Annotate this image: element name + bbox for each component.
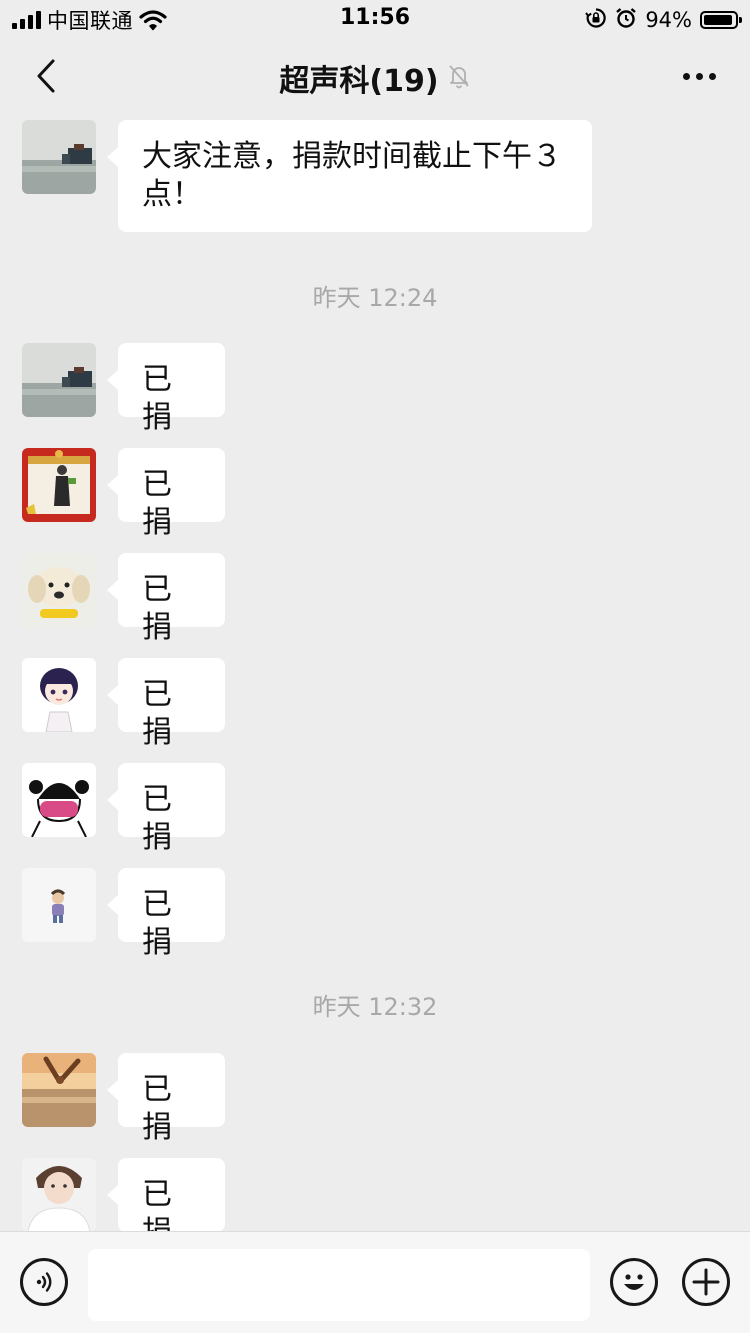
avatar[interactable] xyxy=(22,763,96,837)
avatar-man-red-frame-image xyxy=(22,448,96,522)
chat-title: 超声科(19) xyxy=(279,64,439,99)
chat-screen: 中国联通 11:56 94% 超声科(19) 大家注意，捐款时间截止下午３点！ … xyxy=(0,0,750,1333)
voice-icon xyxy=(36,1272,52,1292)
avatar[interactable] xyxy=(22,553,96,627)
plus-icon xyxy=(692,1268,720,1296)
message-bubble[interactable]: 已捐 xyxy=(107,448,225,540)
more-icon xyxy=(682,72,690,80)
message-bubble[interactable]: 已捐 xyxy=(107,1053,225,1145)
message-text: 已捐 xyxy=(142,782,172,855)
message-row: 已捐 xyxy=(22,868,225,960)
message-text: 已捐 xyxy=(142,467,172,540)
voice-button[interactable] xyxy=(20,1258,68,1306)
alarm-icon xyxy=(615,7,637,33)
message-bubble[interactable]: 已捐 xyxy=(107,763,225,855)
message-list[interactable]: 大家注意，捐款时间截止下午３点！ 昨天 12:24 已捐 已捐 已捐 已捐 已捐… xyxy=(0,116,750,1231)
message-bubble[interactable]: 大家注意，捐款时间截止下午３点！ xyxy=(107,120,592,232)
message-bubble[interactable]: 已捐 xyxy=(107,658,225,750)
avatar-lakeside-image xyxy=(22,343,96,417)
message-bubble[interactable]: 已捐 xyxy=(107,1158,225,1231)
message-text: 已捐 xyxy=(142,677,172,750)
message-row: 大家注意，捐款时间截止下午３点！ xyxy=(22,120,592,232)
message-row: 已捐 xyxy=(22,1053,225,1145)
message-bubble[interactable]: 已捐 xyxy=(107,553,225,645)
avatar[interactable] xyxy=(22,1158,96,1231)
message-row: 已捐 xyxy=(22,448,225,540)
emoji-icon xyxy=(624,1274,644,1290)
message-text: 已捐 xyxy=(142,572,172,645)
avatar[interactable] xyxy=(22,120,96,194)
message-input[interactable] xyxy=(88,1249,590,1321)
avatar[interactable] xyxy=(22,448,96,522)
mute-bell-icon xyxy=(447,63,471,93)
avatar[interactable] xyxy=(22,658,96,732)
message-bubble[interactable]: 已捐 xyxy=(107,868,225,960)
message-text: 已捐 xyxy=(142,1072,172,1145)
plus-button[interactable] xyxy=(682,1258,730,1306)
avatar-small-figure-image xyxy=(22,868,96,942)
message-bubble[interactable]: 已捐 xyxy=(107,343,225,435)
message-row: 已捐 xyxy=(22,553,225,645)
message-text: 已捐 xyxy=(142,887,172,960)
avatar[interactable] xyxy=(22,1053,96,1127)
avatar-cartoon-girl-image xyxy=(22,658,96,732)
timestamp-label: 昨天 12:24 xyxy=(312,284,438,312)
status-bar: 中国联通 11:56 94% xyxy=(0,0,750,40)
input-bar xyxy=(0,1231,750,1333)
more-button[interactable] xyxy=(674,56,724,96)
message-row: 已捐 xyxy=(22,343,225,435)
orientation-lock-icon xyxy=(585,7,607,33)
avatar[interactable] xyxy=(22,343,96,417)
timestamp-label: 昨天 12:32 xyxy=(312,993,438,1021)
battery-icon xyxy=(700,11,742,29)
avatar[interactable] xyxy=(22,868,96,942)
message-text: 大家注意，捐款时间截止下午３点！ xyxy=(142,139,562,212)
avatar-lakeside-image xyxy=(22,120,96,194)
avatar-sunset-hands-image xyxy=(22,1053,96,1127)
emoji-button[interactable] xyxy=(610,1258,658,1306)
avatar-masked-girl-image xyxy=(22,763,96,837)
message-row: 已捐 xyxy=(22,763,225,855)
message-row: 已捐 xyxy=(22,658,225,750)
battery-percent: 94% xyxy=(645,8,692,32)
avatar-person-white-image xyxy=(22,1158,96,1231)
message-row: 已捐 xyxy=(22,1158,225,1231)
avatar-puppy-image xyxy=(22,553,96,627)
nav-bar: 超声科(19) xyxy=(0,40,750,116)
message-text: 已捐 xyxy=(142,1177,172,1231)
message-text: 已捐 xyxy=(142,362,172,435)
